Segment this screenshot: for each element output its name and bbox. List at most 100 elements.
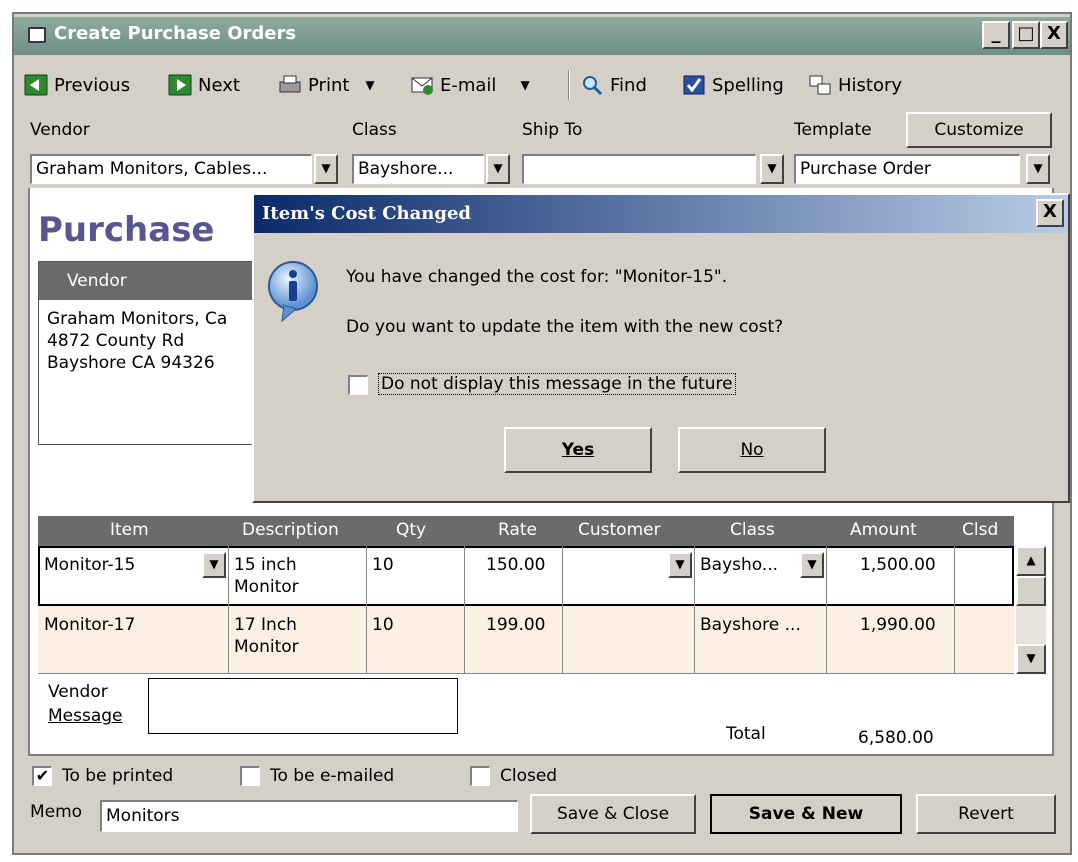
amount-cell[interactable]: 1,990.00 bbox=[860, 614, 936, 636]
vendor-box-header: Vendor bbox=[39, 262, 269, 300]
customize-button[interactable]: Customize bbox=[906, 112, 1052, 148]
close-window-button[interactable]: X bbox=[1040, 21, 1068, 49]
dialog-titlebar[interactable]: Item's Cost Changed bbox=[254, 195, 1068, 233]
maximize-button[interactable]: □ bbox=[1012, 21, 1040, 49]
save-new-button[interactable]: Save & New bbox=[710, 794, 902, 834]
class-cell[interactable]: Baysho... bbox=[700, 554, 778, 576]
vendor-message-label: Vendor bbox=[48, 682, 108, 702]
column-divider bbox=[228, 546, 229, 674]
dialog-close-button[interactable]: X bbox=[1036, 199, 1064, 227]
chevron-down-icon: ▼ bbox=[321, 161, 331, 175]
column-divider bbox=[366, 546, 367, 674]
closed-label[interactable]: Closed bbox=[500, 766, 557, 786]
to-be-printed-label[interactable]: To be printed bbox=[62, 766, 173, 786]
description-cell[interactable]: 15 inch Monitor bbox=[234, 554, 299, 598]
find-button[interactable]: Find bbox=[580, 70, 647, 100]
to-be-emailed-checkbox[interactable] bbox=[240, 766, 260, 786]
vendor-combo[interactable]: Graham Monitors, Cables... bbox=[30, 154, 312, 184]
dialog-title: Item's Cost Changed bbox=[262, 203, 471, 224]
chevron-down-icon: ▼ bbox=[1033, 161, 1043, 175]
line-items-grid: Item Description Qty Rate Customer Class… bbox=[38, 516, 1048, 676]
save-close-button[interactable]: Save & Close bbox=[530, 794, 696, 834]
minimize-button[interactable]: _ bbox=[982, 21, 1010, 49]
column-header-amount[interactable]: Amount bbox=[850, 520, 917, 540]
rate-cell[interactable]: 150.00 bbox=[486, 554, 545, 576]
description-cell[interactable]: 17 Inch Monitor bbox=[234, 614, 299, 658]
chevron-down-icon: ▼ bbox=[807, 557, 817, 571]
do-not-display-checkbox[interactable] bbox=[348, 375, 368, 395]
to-be-printed-checkbox[interactable]: ✔ bbox=[32, 766, 52, 786]
scroll-up-button[interactable]: ▲ bbox=[1016, 546, 1046, 576]
checkmark-icon: ✔ bbox=[35, 766, 50, 785]
item-cell[interactable]: Monitor-17 bbox=[44, 614, 135, 636]
template-combo[interactable]: Purchase Order bbox=[794, 154, 1020, 184]
table-row[interactable]: Monitor-15 ▼ 15 inch Monitor 10 150.00 ▼… bbox=[38, 546, 1014, 606]
rate-cell[interactable]: 199.00 bbox=[486, 614, 545, 636]
window-titlebar[interactable]: Create Purchase Orders _ □ X bbox=[14, 17, 1070, 55]
column-header-clsd[interactable]: Clsd bbox=[962, 520, 998, 540]
grid-header: Item Description Qty Rate Customer Class… bbox=[38, 516, 1014, 546]
column-divider bbox=[464, 546, 465, 674]
scroll-down-button[interactable]: ▼ bbox=[1016, 644, 1046, 674]
class-dropdown-button[interactable]: ▼ bbox=[486, 154, 510, 184]
find-label: Find bbox=[610, 74, 647, 96]
form-title: Purchase bbox=[38, 210, 215, 250]
email-label: E-mail bbox=[440, 74, 497, 96]
chevron-down-icon[interactable]: ▼ bbox=[520, 78, 529, 92]
customer-dropdown-button[interactable]: ▼ bbox=[668, 552, 692, 578]
chevron-down-icon: ▼ bbox=[209, 557, 219, 571]
toolbar-separator bbox=[568, 70, 570, 100]
column-header-description[interactable]: Description bbox=[242, 520, 339, 540]
column-header-qty[interactable]: Qty bbox=[396, 520, 426, 540]
chevron-up-icon: ▲ bbox=[1026, 553, 1036, 567]
dialog-message-line-1: You have changed the cost for: "Monitor-… bbox=[346, 267, 728, 287]
chevron-down-icon[interactable]: ▼ bbox=[365, 78, 374, 92]
item-dropdown-button[interactable]: ▼ bbox=[202, 552, 226, 578]
ship-to-combo[interactable] bbox=[522, 154, 756, 184]
amount-cell[interactable]: 1,500.00 bbox=[860, 554, 936, 576]
column-header-rate[interactable]: Rate bbox=[498, 520, 537, 540]
spelling-button[interactable]: Spelling bbox=[682, 70, 784, 100]
qty-cell[interactable]: 10 bbox=[372, 554, 394, 576]
vendor-label: Vendor bbox=[30, 120, 90, 140]
chevron-down-icon: ▼ bbox=[1026, 651, 1036, 665]
column-header-customer[interactable]: Customer bbox=[578, 520, 661, 540]
template-label: Template bbox=[794, 120, 872, 140]
memo-input[interactable]: Monitors bbox=[100, 800, 518, 832]
closed-checkbox[interactable] bbox=[470, 766, 490, 786]
chevron-down-icon: ▼ bbox=[675, 557, 685, 571]
print-label: Print bbox=[308, 74, 350, 96]
arrow-right-icon bbox=[168, 74, 192, 96]
class-cell-dropdown-button[interactable]: ▼ bbox=[800, 552, 824, 578]
vendor-message-input[interactable] bbox=[148, 678, 458, 734]
do-not-display-label[interactable]: Do not display this message in the futur… bbox=[378, 373, 736, 395]
table-row[interactable]: Monitor-17 17 Inch Monitor 10 199.00 Bay… bbox=[38, 606, 1014, 674]
to-be-emailed-label[interactable]: To be e-mailed bbox=[270, 766, 394, 786]
chevron-down-icon: ▼ bbox=[767, 161, 777, 175]
ship-to-dropdown-button[interactable]: ▼ bbox=[760, 154, 784, 184]
vendor-dropdown-button[interactable]: ▼ bbox=[314, 154, 338, 184]
qty-cell[interactable]: 10 bbox=[372, 614, 394, 636]
revert-button[interactable]: Revert bbox=[916, 794, 1056, 834]
column-header-item[interactable]: Item bbox=[110, 520, 149, 540]
email-button[interactable]: E-mail ▼ bbox=[410, 70, 530, 100]
next-button[interactable]: Next bbox=[168, 70, 240, 100]
app-icon bbox=[28, 27, 46, 43]
envelope-icon bbox=[411, 77, 433, 95]
history-label: History bbox=[838, 74, 903, 96]
history-button[interactable]: History bbox=[808, 70, 902, 100]
vendor-address[interactable]: Graham Monitors, Ca 4872 County Rd Baysh… bbox=[47, 308, 227, 374]
yes-button[interactable]: Yes bbox=[504, 427, 652, 473]
template-dropdown-button[interactable]: ▼ bbox=[1026, 154, 1050, 184]
no-button[interactable]: No bbox=[678, 427, 826, 473]
class-combo[interactable]: Bayshore... bbox=[352, 154, 484, 184]
item-cell[interactable]: Monitor-15 bbox=[44, 554, 135, 576]
print-button[interactable]: Print ▼ bbox=[278, 70, 375, 100]
grid-scrollbar[interactable]: ▲ ▼ bbox=[1016, 546, 1046, 674]
scroll-thumb[interactable] bbox=[1016, 576, 1046, 606]
column-divider bbox=[826, 546, 827, 674]
column-header-class[interactable]: Class bbox=[730, 520, 775, 540]
window-title: Create Purchase Orders bbox=[54, 23, 297, 44]
class-cell[interactable]: Bayshore ... bbox=[700, 614, 801, 636]
previous-button[interactable]: Previous bbox=[24, 70, 130, 100]
